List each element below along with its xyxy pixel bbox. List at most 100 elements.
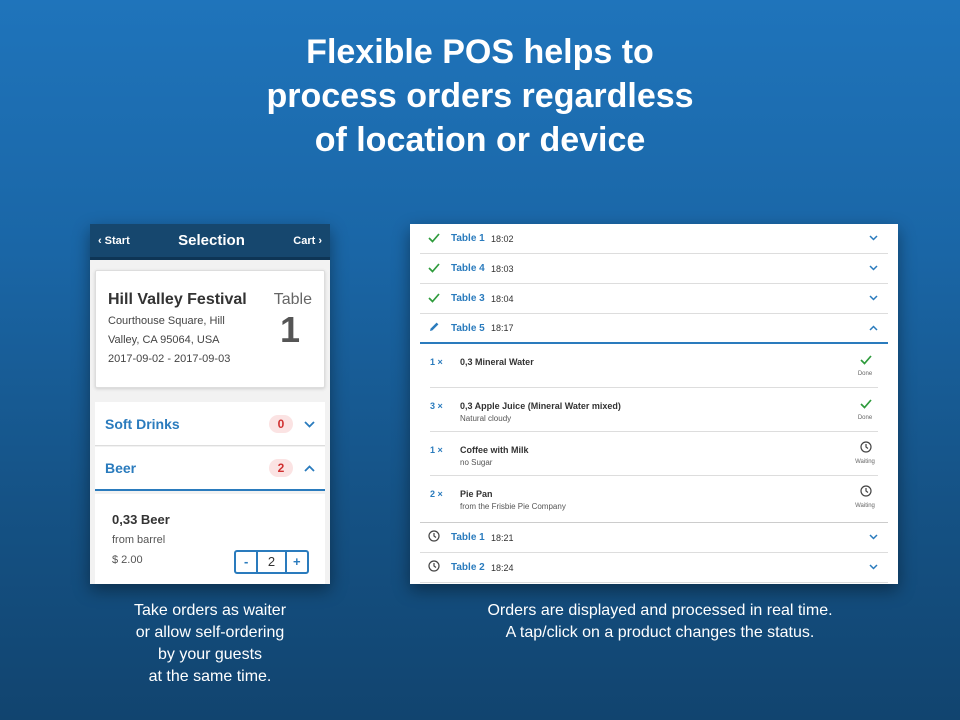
- chevron-down-icon: [869, 562, 878, 573]
- order-row[interactable]: Table 1 18:21: [420, 523, 888, 553]
- order-time: 18:03: [491, 263, 514, 274]
- left-caption: Take orders as waiter or allow self-orde…: [90, 600, 330, 688]
- back-button-label: Start: [104, 234, 130, 247]
- left-caption-line-1: Take orders as waiter: [133, 602, 287, 619]
- item-status: Done: [857, 371, 873, 377]
- item-name: 0,3 Apple Juice (Mineral Water mixed): [460, 401, 621, 411]
- item-quantity: 1 ×: [430, 357, 443, 367]
- item-name: Coffee with Milk: [460, 445, 529, 455]
- chevron-down-icon: [869, 263, 878, 274]
- order-row[interactable]: Table 3 18:04: [420, 284, 888, 314]
- order-table: Table 1: [451, 233, 485, 244]
- item-quantity: 2 ×: [430, 489, 443, 499]
- chevron-down-icon: [869, 233, 878, 244]
- order-row[interactable]: Table 2 18:24: [420, 553, 888, 583]
- checkmark-icon: [426, 291, 442, 306]
- orders-list: Table 1 18:02 Table 4 18:03 Table 3 18:04 Tabl…: [420, 224, 888, 583]
- checkmark-icon: [426, 261, 442, 276]
- decrement-button[interactable]: -: [236, 552, 256, 572]
- order-item[interactable]: 1 × 0,3 Mineral Water Done: [430, 344, 878, 388]
- order-time: 18:02: [491, 233, 514, 244]
- orders-screen: Table 1 18:02 Table 4 18:03 Table 3 18:04 Tabl…: [410, 224, 898, 584]
- headline: Flexible POS helps to process orders reg…: [0, 30, 960, 162]
- cart-button-label: Cart: [293, 234, 316, 247]
- right-caption: Orders are displayed and processed in re…: [410, 600, 910, 644]
- category-name: Beer: [105, 460, 137, 476]
- quantity-stepper: - 2 +: [234, 550, 309, 574]
- phone-ordering-screen: ‹ Start Selection Cart › Hill Valley Fes…: [90, 224, 330, 584]
- table-label: Table: [273, 291, 312, 308]
- category-count-badge: 2: [269, 459, 293, 477]
- item-quantity: 3 ×: [430, 401, 443, 411]
- event-address-line-2: Valley, CA 95064, USA: [108, 334, 220, 346]
- checkmark-icon: [858, 353, 874, 368]
- checkmark-icon: [858, 397, 874, 412]
- event-dates: 2017-09-02 - 2017-09-03: [108, 353, 231, 365]
- order-table: Table 5: [451, 322, 485, 334]
- order-item[interactable]: 3 × 0,3 Apple Juice (Mineral Water mixed)…: [430, 388, 878, 432]
- chevron-down-icon: [869, 532, 878, 543]
- item-name: 0,3 Mineral Water: [460, 357, 534, 367]
- headline-line-1: Flexible POS helps to: [306, 33, 654, 71]
- order-item[interactable]: 2 × Pie Pan from the Frisbie Pie Company Wa…: [430, 476, 878, 520]
- cart-button[interactable]: Cart ›: [293, 235, 322, 247]
- left-caption-line-2: or allow self-ordering: [135, 624, 285, 641]
- chevron-down-icon: [869, 293, 878, 304]
- category-beer[interactable]: Beer 2: [95, 447, 325, 491]
- page-title: Selection: [178, 232, 245, 249]
- headline-line-2: process orders regardless: [266, 77, 694, 115]
- item-note: from the Frisbie Pie Company: [460, 502, 566, 511]
- item-status: Waiting: [855, 459, 875, 465]
- phone-navbar: ‹ Start Selection Cart ›: [90, 224, 330, 260]
- clock-icon: [426, 560, 442, 575]
- order-row[interactable]: Table 5 18:17: [420, 314, 888, 344]
- checkmark-icon: [426, 231, 442, 246]
- order-time: 18:21: [491, 532, 514, 543]
- event-card: Hill Valley Festival Courthouse Square, …: [95, 270, 325, 388]
- event-address-line-1: Courthouse Square, Hill: [108, 315, 225, 327]
- order-time: 18:17: [491, 323, 514, 333]
- pencil-icon: [426, 321, 442, 336]
- item-status: Done: [857, 415, 873, 421]
- order-table: Table 1: [451, 532, 485, 543]
- chevron-right-icon: ›: [318, 234, 322, 247]
- chevron-up-icon: [869, 323, 878, 334]
- order-row[interactable]: Table 1 18:02: [420, 224, 888, 254]
- category-count-badge: 0: [269, 414, 293, 433]
- order-items: 1 × 0,3 Mineral Water Done 3 × 0,3 Apple Jui…: [420, 344, 888, 523]
- product-name: 0,33 Beer: [112, 512, 170, 527]
- back-button[interactable]: ‹ Start: [98, 235, 130, 247]
- order-table: Table 4: [451, 263, 485, 274]
- order-table: Table 2: [451, 562, 485, 573]
- left-caption-line-4: at the same time.: [148, 668, 272, 685]
- event-name: Hill Valley Festival: [108, 291, 247, 308]
- item-name: Pie Pan: [460, 489, 493, 499]
- product-item[interactable]: 0,33 Beer from barrel $ 2.00 - 2 +: [95, 494, 325, 584]
- category-soft-drinks[interactable]: Soft Drinks 0: [95, 402, 325, 446]
- clock-icon: [858, 485, 874, 500]
- headline-line-3: of location or device: [314, 121, 646, 159]
- chevron-left-icon: ‹: [98, 234, 102, 247]
- order-time: 18:04: [491, 293, 514, 304]
- item-status: Waiting: [855, 503, 875, 509]
- chevron-up-icon: [303, 461, 315, 475]
- increment-button[interactable]: +: [287, 552, 307, 572]
- right-caption-line-1: Orders are displayed and processed in re…: [487, 602, 833, 619]
- chevron-down-icon: [303, 417, 315, 431]
- clock-icon: [858, 441, 874, 456]
- right-caption-line-2: A tap/click on a product changes the sta…: [505, 624, 815, 641]
- order-item[interactable]: 1 × Coffee with Milk no Sugar Waiting: [430, 432, 878, 476]
- quantity-value[interactable]: 2: [256, 552, 287, 572]
- order-time: 18:24: [491, 562, 514, 573]
- item-note: Natural cloudy: [460, 414, 512, 423]
- item-quantity: 1 ×: [430, 445, 443, 455]
- order-row[interactable]: Table 4 18:03: [420, 254, 888, 284]
- left-caption-line-3: by your guests: [157, 646, 263, 663]
- category-name: Soft Drinks: [105, 415, 180, 432]
- clock-icon: [426, 530, 442, 545]
- product-description: from barrel: [112, 534, 166, 546]
- order-table: Table 3: [451, 293, 485, 304]
- table-number: 1: [279, 309, 300, 350]
- item-note: no Sugar: [460, 458, 493, 467]
- product-price: $ 2.00: [112, 554, 143, 566]
